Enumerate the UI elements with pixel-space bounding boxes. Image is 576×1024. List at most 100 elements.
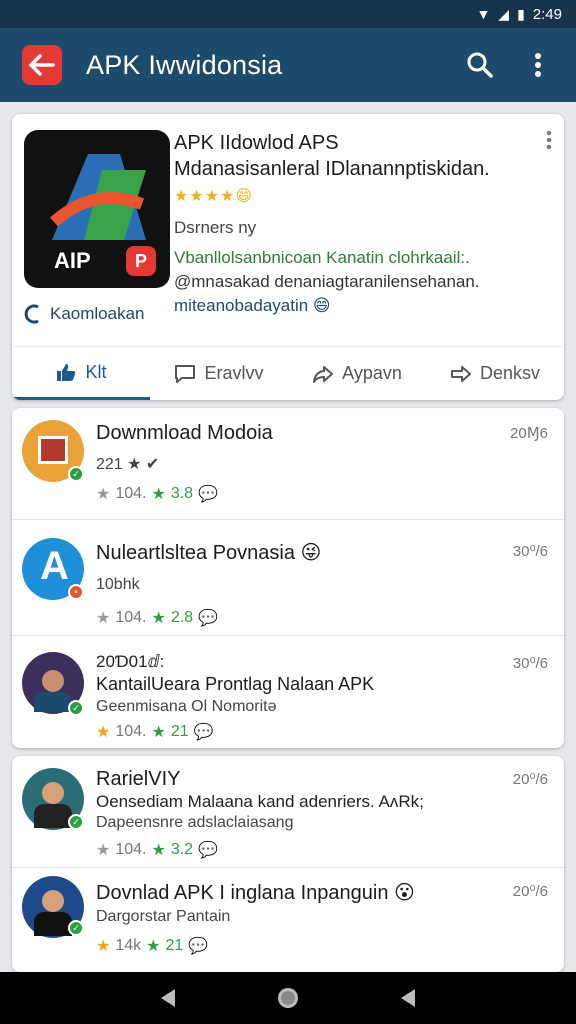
item-title: KantailUeara Prontlag Nalaan APK	[96, 674, 375, 694]
app-subtitle: Mdanasisanleral IDlanannptiskidan.	[174, 158, 490, 180]
back-button[interactable]	[22, 45, 62, 85]
nav-recent-icon	[401, 989, 415, 1007]
featured-app-card[interactable]: AIP P Kaomloakan APK IIdowlod APS Mdanas…	[12, 114, 564, 400]
item-title: Downmload Modoia	[96, 422, 273, 444]
stat-count: 104.	[115, 609, 147, 626]
stat-count: 104.	[115, 485, 147, 502]
stat-count: 104.	[115, 841, 147, 858]
item-date: 20Ɗ01ⅆ:	[96, 652, 165, 671]
description-line-1: Vbanllolsanbnicoan Kanatin clohrkaail:.	[174, 248, 470, 267]
list-item[interactable]: ✓ Downmload Modoia 221 ★ ✔ 20Ɱ6 ★ 104. ★ 3…	[12, 408, 564, 520]
comment-icon: 💬	[198, 610, 218, 627]
status-time: 2:49	[532, 5, 562, 23]
app-list-card: ✓ RarielVIY Oensediam Malaana kand adenr…	[12, 756, 564, 972]
star-icon: ★	[151, 724, 166, 741]
tab-label: Aypavn	[342, 363, 402, 383]
comment-icon: 💬	[198, 842, 218, 859]
item-stats: ★ 104. ★ 2.8 💬	[96, 608, 218, 628]
star-icon: ★	[151, 610, 166, 627]
developer-label: Dsrners ny	[174, 218, 257, 237]
tab-share[interactable]: Aypavn	[288, 347, 426, 400]
stat-count: 104.	[115, 723, 147, 740]
tab-like[interactable]: Klt	[12, 347, 150, 400]
stat-rating: 21	[165, 937, 184, 954]
forward-icon	[450, 365, 471, 382]
rating-emoji: 😄	[235, 188, 254, 205]
more-button[interactable]	[516, 43, 560, 87]
tab-forward[interactable]: Denksv	[426, 347, 564, 400]
stat-rating: 2.8	[170, 609, 194, 626]
app-icon: A	[40, 544, 69, 588]
star-icon: ★	[96, 842, 111, 859]
item-meta: Dargorstar Pantain	[96, 908, 231, 925]
stat-rating: 3.2	[170, 841, 194, 858]
star-icon: ★	[146, 938, 161, 955]
avatar-face	[42, 782, 64, 804]
star-icon: ★	[96, 724, 111, 741]
comment-icon: 💬	[193, 724, 214, 741]
app-bar: APK Iwwidonsia	[0, 28, 576, 102]
nav-home-button[interactable]	[268, 978, 308, 1018]
item-time: 20⁰/6	[512, 883, 548, 900]
stat-rating: 21	[170, 723, 189, 740]
comment-icon	[175, 364, 196, 383]
item-meta-2: Dapeensnre adslaclaiasang	[96, 814, 294, 831]
item-meta: 10bhk	[96, 576, 140, 593]
item-time: 30⁰/6	[512, 655, 548, 672]
item-meta: Oensediam Malaana kand adenriers. AʌRk;	[96, 792, 424, 811]
comment-icon: 💬	[198, 486, 218, 503]
rating-stars: ★★★★	[174, 188, 236, 205]
item-title: RarielVIY	[96, 768, 181, 790]
brand: Kaomloakan	[24, 304, 145, 324]
nav-recent-button[interactable]	[388, 978, 428, 1018]
tab-label: Klt	[85, 361, 107, 382]
item-title: Dovnlad APK I inglana Inpanguin 😮	[96, 882, 415, 904]
list-item[interactable]: A • Nuleartlsltea Povnasia 😜 10bhk 30⁰/6…	[12, 520, 564, 636]
item-stats: ★ 104. ★ 21 💬	[96, 722, 214, 742]
star-icon: ★	[96, 486, 111, 503]
signal-icon: ◢	[498, 5, 510, 22]
star-icon: ★	[151, 842, 166, 859]
logo-text: AIP	[54, 248, 91, 273]
app-title: APK Iwwidonsia	[86, 49, 283, 80]
avatar-body	[34, 804, 72, 828]
app-rating: ★★★★😄	[174, 186, 253, 206]
logo-badge: P	[126, 246, 156, 276]
badge-icon: •	[68, 584, 84, 600]
item-meta: Geenmisana Ol Nomoritə	[96, 698, 277, 715]
item-stats: ★ 104. ★ 3.8 💬	[96, 484, 218, 504]
star-icon: ★	[151, 486, 166, 503]
verified-icon: ✓	[68, 466, 84, 482]
item-stats: ★ 104. ★ 3.2 💬	[96, 840, 218, 860]
status-bar: ▼ ◢ ▮ 2:49	[0, 0, 576, 28]
item-meta: 221 ★ ✔	[96, 456, 160, 473]
item-time: 20Ɱ6	[510, 425, 548, 442]
back-arrow-icon	[29, 54, 55, 76]
item-title: Nuleartlsltea Povnasia 😜	[96, 542, 322, 564]
app-list-card: ✓ Downmload Modoia 221 ★ ✔ 20Ɱ6 ★ 104. ★ 3…	[12, 408, 564, 748]
tab-comment[interactable]: Eravlvv	[150, 347, 288, 400]
list-item[interactable]: ✓ Dovnlad APK I inglana Inpanguin 😮 Darg…	[12, 868, 564, 972]
nav-back-button[interactable]	[148, 978, 188, 1018]
share-icon	[313, 365, 334, 383]
more-vert-icon	[535, 53, 541, 77]
app-title: APK IIdowlod APS	[174, 132, 339, 154]
brand-logo-icon	[24, 304, 39, 324]
list-item[interactable]: ✓ RarielVIY Oensediam Malaana kand adenr…	[12, 756, 564, 868]
system-nav-bar	[0, 972, 576, 1024]
item-stats: ★ 14k ★ 21 💬	[96, 936, 208, 956]
tab-label: Eravlvv	[204, 363, 264, 383]
description-line-3: miteanobadayatin 😄	[174, 296, 331, 315]
app-logo: AIP P	[24, 130, 170, 288]
list-item[interactable]: ✓ 20Ɗ01ⅆ: KantailUeara Prontlag Nalaan A…	[12, 636, 564, 748]
battery-icon: ▮	[517, 5, 525, 22]
search-button[interactable]	[458, 43, 502, 87]
thumbs-up-icon	[57, 364, 76, 381]
card-more-button[interactable]	[546, 130, 552, 155]
search-icon	[467, 52, 493, 78]
tab-label: Denksv	[479, 363, 541, 383]
brand-name: Kaomloakan	[50, 304, 145, 323]
avatar-face	[42, 670, 64, 692]
nav-home-icon	[278, 988, 298, 1008]
nav-back-icon	[161, 989, 175, 1007]
